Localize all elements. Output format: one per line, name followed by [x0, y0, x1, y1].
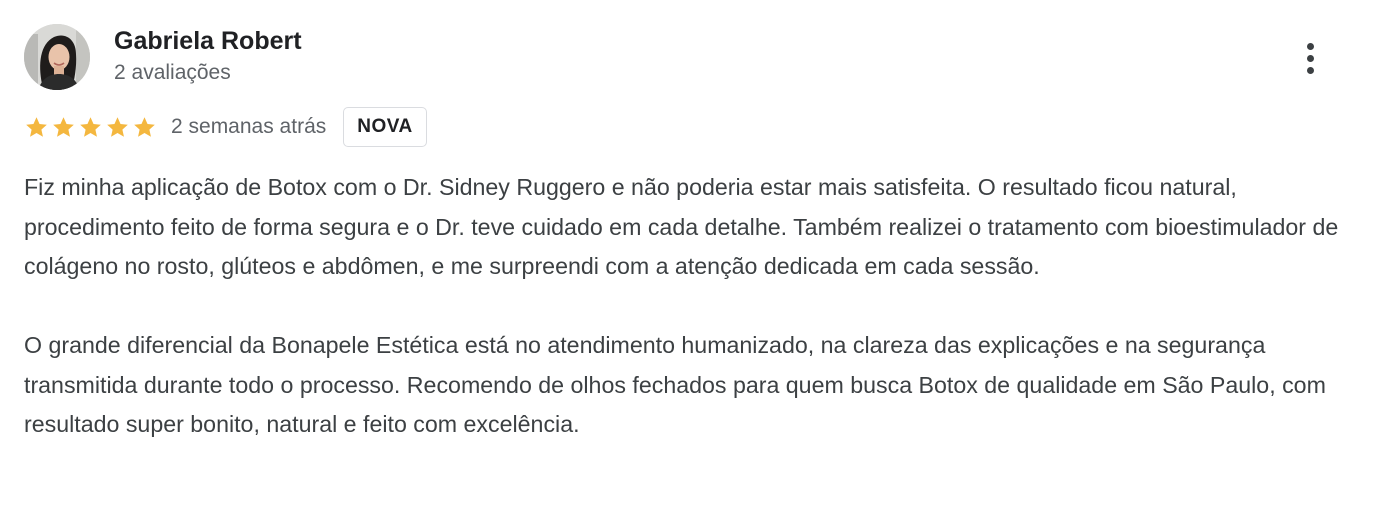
review-paragraph: Fiz minha aplicação de Botox com o Dr. S… [24, 174, 1339, 279]
more-vert-icon-dot [1306, 66, 1314, 74]
star-icon [105, 115, 130, 140]
review-paragraph: O grande diferencial da Bonapele Estétic… [24, 332, 1326, 437]
reviewer-review-count: 2 avaliações [114, 61, 231, 84]
review-text: Fiz minha aplicação de Botox com o Dr. S… [24, 168, 1354, 445]
star-icon [78, 115, 103, 140]
review-card: Gabriela Robert 2 avaliações 2 semanas a… [0, 0, 1376, 514]
more-options-button[interactable] [1290, 36, 1330, 80]
star-icon [51, 115, 76, 140]
more-vert-icon-dot [1306, 54, 1314, 62]
star-rating [24, 115, 157, 140]
star-icon [24, 115, 49, 140]
new-badge: NOVA [343, 107, 427, 147]
reviewer-name[interactable]: Gabriela Robert [114, 27, 302, 56]
review-date: 2 semanas atrás [171, 115, 327, 138]
avatar-photo [24, 24, 90, 90]
avatar[interactable] [24, 24, 90, 90]
more-vert-icon [1306, 42, 1314, 50]
rating-row: 2 semanas atrás NOVA [24, 105, 427, 149]
star-icon [132, 115, 157, 140]
